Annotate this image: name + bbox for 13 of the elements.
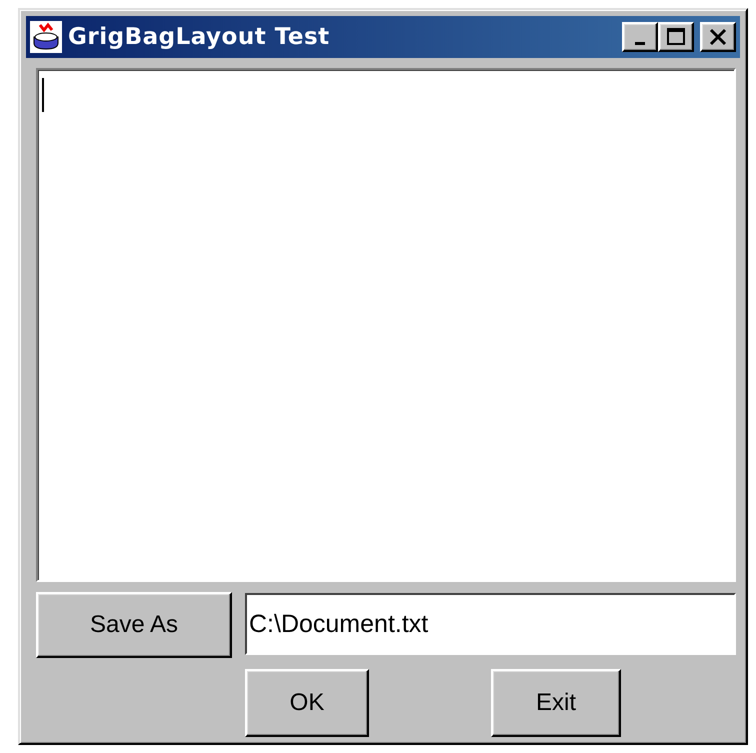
close-icon: [708, 28, 728, 46]
close-button[interactable]: [700, 22, 736, 52]
maximize-button[interactable]: [658, 22, 694, 52]
save-as-button[interactable]: Save As: [36, 592, 232, 658]
maximize-icon: [666, 27, 686, 47]
text-cursor: [42, 78, 44, 112]
dialog-button[interactable]: Exit: [491, 669, 621, 737]
app-icon: [30, 21, 62, 53]
window-title: GrigBagLayout Test: [68, 24, 331, 50]
minimize-button[interactable]: [622, 22, 658, 52]
file-name-field[interactable]: C:\Document.txt: [245, 593, 736, 655]
minimize-icon: [635, 42, 645, 44]
dialog-button[interactable]: OK: [245, 669, 369, 737]
